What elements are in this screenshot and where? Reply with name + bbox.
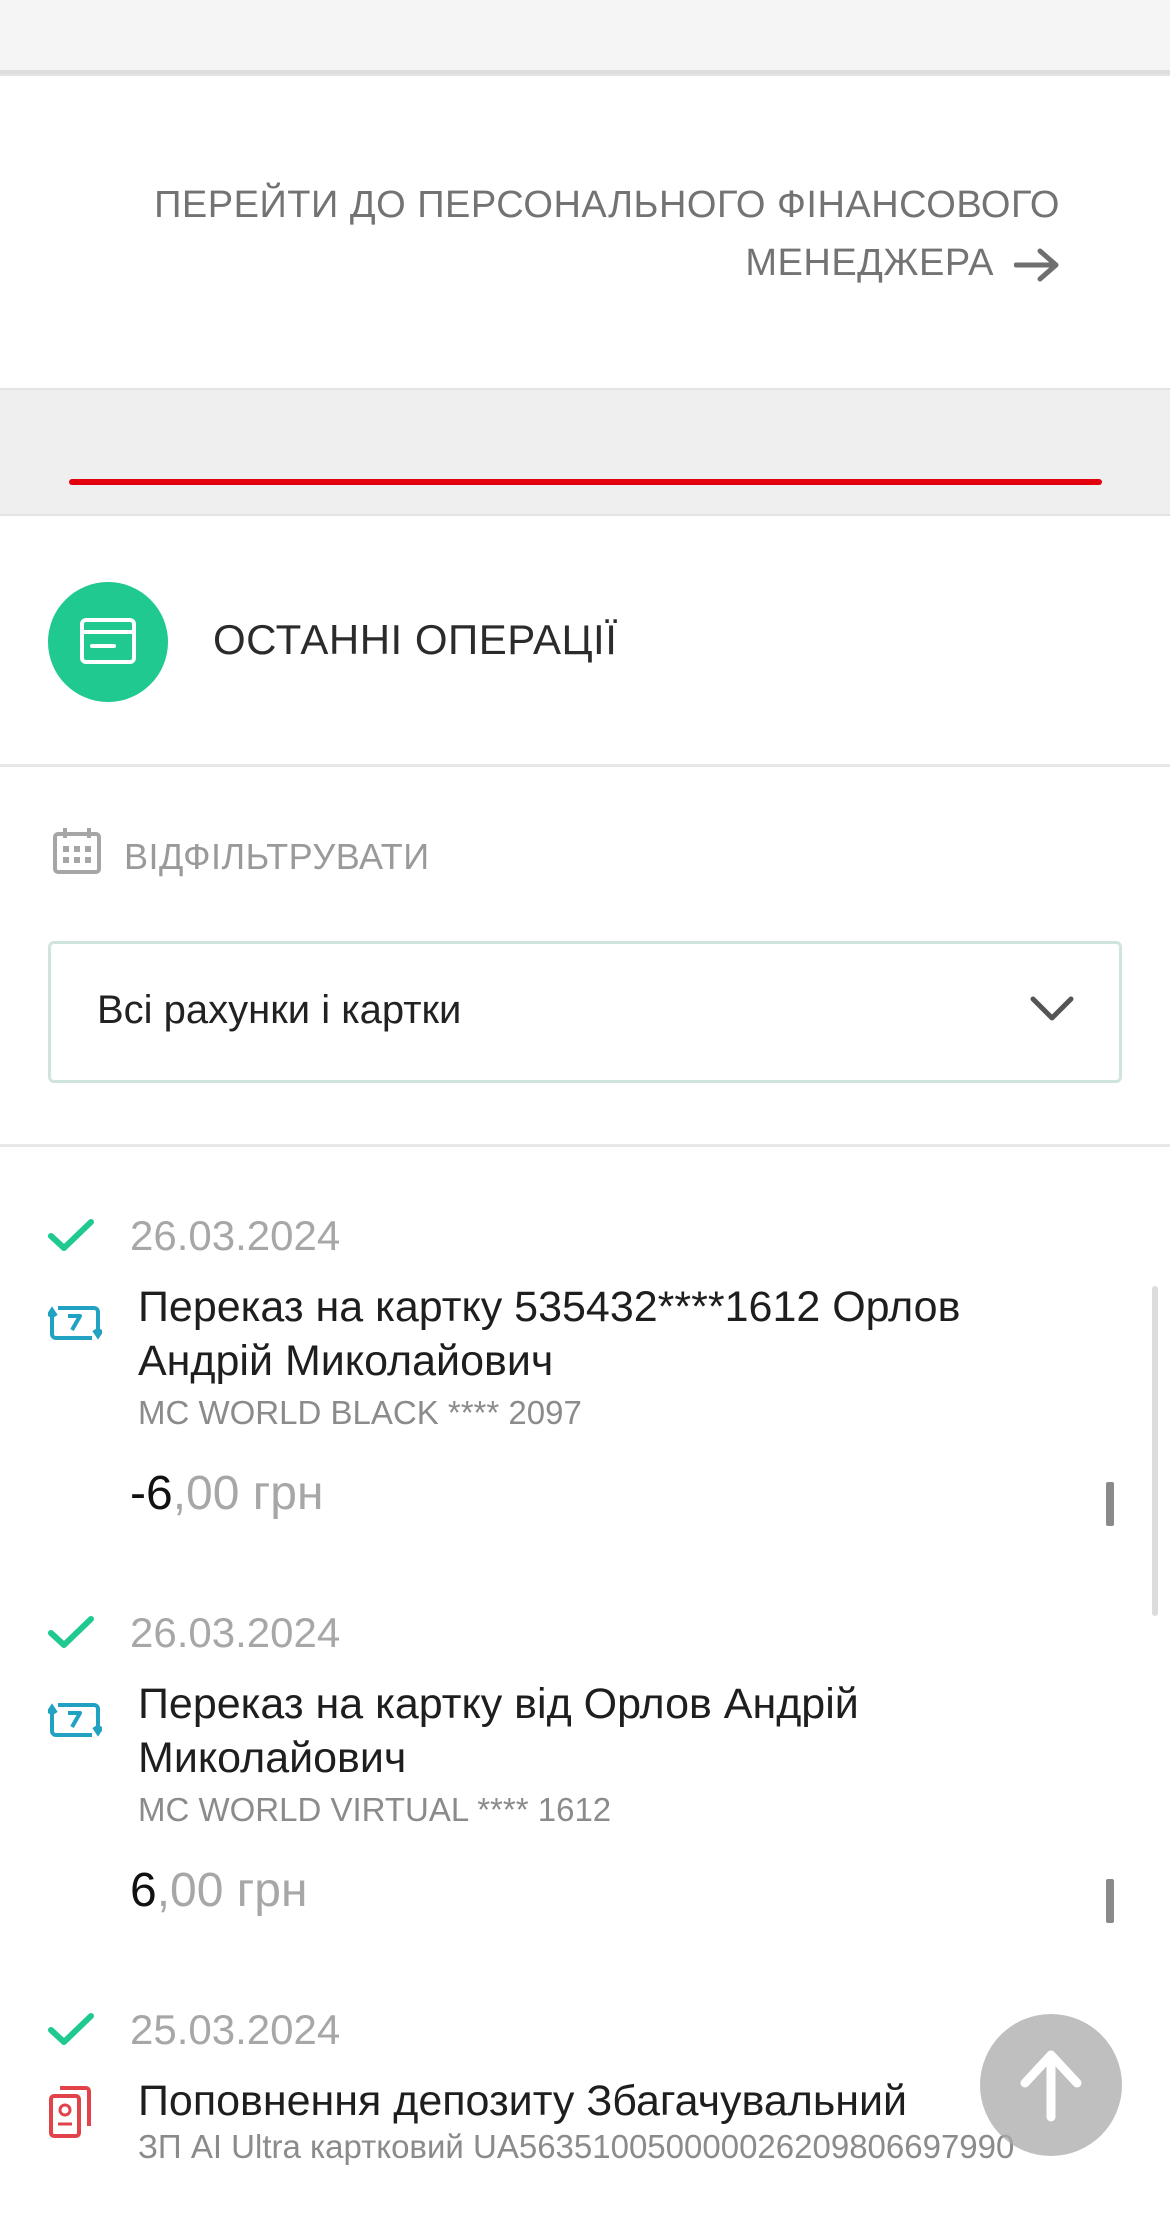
amount-integer: 6 [130, 1864, 157, 1917]
expand-handle[interactable] [1106, 1879, 1114, 1923]
scrollbar[interactable] [1152, 1286, 1158, 1616]
amount-fraction: ,00 грн [156, 1864, 308, 1917]
pfm-card: Перейти до персонального фінансового мен… [0, 74, 1170, 390]
pfm-link-label[interactable]: Перейти до персонального фінансового мен… [154, 184, 1060, 284]
operations-header: Останні операції [0, 516, 1170, 767]
transaction-card: MC WORLD VIRTUAL **** 1612 [138, 1791, 612, 1828]
transaction-title: Переказ на картку 535432****1612 Орлов А… [138, 1283, 961, 1385]
transaction-title: Поповнення депозиту Збагачувальний [138, 2077, 908, 2125]
deposit-icon [49, 2086, 91, 2138]
expand-handle[interactable] [1106, 1482, 1114, 1526]
transaction-date: 26.03.2024 [130, 1212, 341, 1259]
transaction-card: ЗП AI Ultra картковий UA5635100500000262… [138, 2128, 1015, 2165]
transaction-card: MC WORLD BLACK **** 2097 [138, 1394, 582, 1431]
top-strip [0, 0, 1170, 74]
filter-label[interactable]: Відфільтрувати [124, 836, 430, 878]
calendar-icon [53, 828, 101, 874]
carousel-indicator [69, 479, 1102, 485]
divider [0, 1144, 1170, 1147]
chevron-down-icon [1030, 996, 1074, 1021]
operations-title: Останні операції [213, 616, 618, 663]
account-select[interactable]: Всі рахунки і картки [48, 941, 1122, 1083]
transfer-icon [48, 1306, 102, 1340]
transaction-title: Переказ на картку від Орлов Андрій Микол… [138, 1680, 859, 1782]
transaction-date: 25.03.2024 [130, 2006, 341, 2053]
account-select-value: Всі рахунки і картки [97, 988, 462, 1032]
transfer-icon [48, 1703, 102, 1737]
transaction-date: 26.03.2024 [130, 1609, 341, 1656]
arrow-right-icon [1014, 248, 1059, 282]
scroll-to-top-button[interactable] [980, 2014, 1122, 2156]
check-icon [48, 1219, 94, 1251]
transaction-amount: 6,00 грн [130, 1863, 307, 1918]
amount-fraction: ,00 грн [172, 1467, 324, 1520]
pfm-link[interactable]: Перейти до персонального фінансового мен… [60, 176, 1060, 292]
card-icon [48, 582, 168, 702]
check-icon [48, 2013, 94, 2045]
arrow-up-icon [1020, 2050, 1082, 2122]
transaction-amount: -6,00 грн [130, 1466, 323, 1521]
check-icon [48, 1616, 94, 1648]
recent-operations-card: Останні операції Відфільтрувати Всі раху… [0, 514, 1170, 2216]
amount-integer: -6 [130, 1467, 173, 1520]
